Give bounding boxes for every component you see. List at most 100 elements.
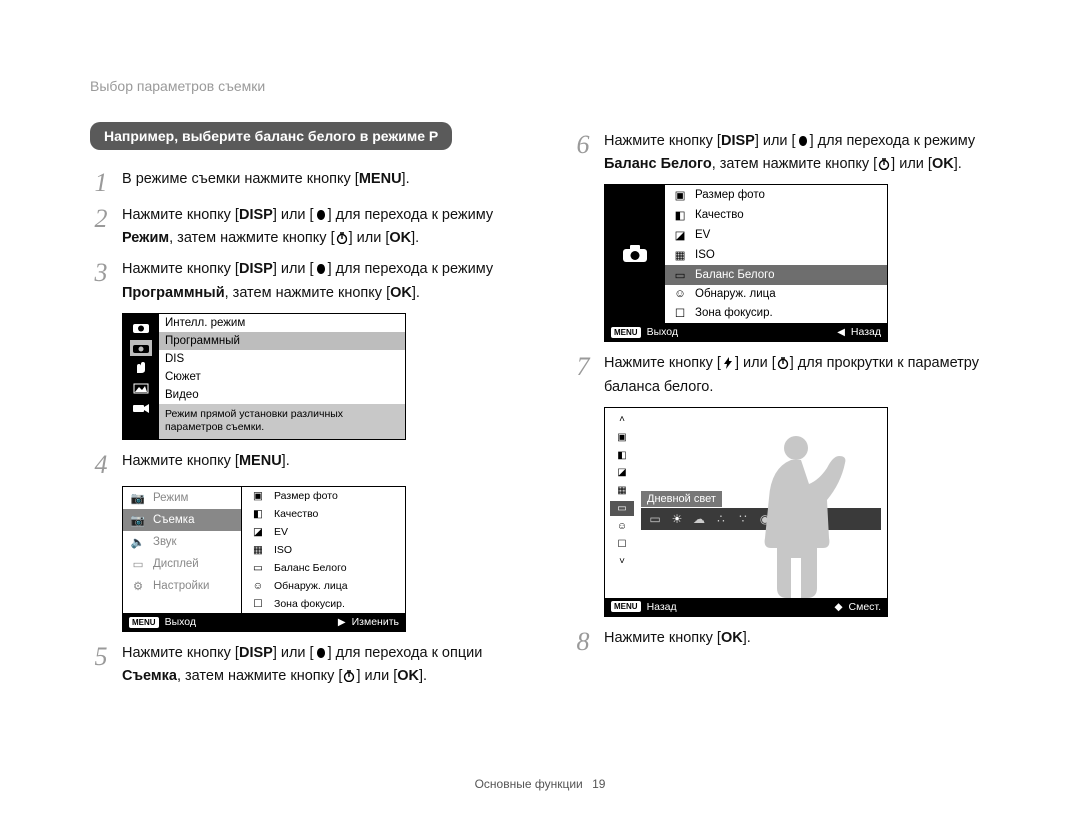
step-8: 8 Нажмите кнопку [OK]. <box>572 627 1000 655</box>
menu-pill: MENU <box>611 601 641 612</box>
menu-item-selected[interactable]: Программный <box>159 332 405 350</box>
option-item[interactable]: ▦ISO <box>242 541 405 559</box>
step-number: 3 <box>90 258 112 286</box>
option-item[interactable]: ◧Качество <box>242 505 405 523</box>
lcd-main-menu: 📷Режим 📷Съемка 🔈Звук ▭Дисплей ⚙Настройки… <box>122 486 406 632</box>
footer-change[interactable]: Изменить <box>352 616 399 628</box>
left-column: Например, выберите баланс белого в режим… <box>90 122 518 694</box>
iso-icon: ▦ <box>248 544 268 556</box>
step-number: 8 <box>572 627 594 655</box>
size-icon: ▣ <box>248 490 268 502</box>
smart-icon <box>130 320 152 336</box>
wb-cloudy-icon[interactable]: ☁ <box>693 512 705 526</box>
step-number: 1 <box>90 168 112 196</box>
quality-icon: ◧ <box>248 508 268 520</box>
ok-key: OK <box>932 156 954 172</box>
page-number: 19 <box>592 777 605 791</box>
ev-icon: ◪ <box>671 228 689 242</box>
scene-icon <box>130 380 152 396</box>
example-banner: Например, выберите баланс белого в режим… <box>90 122 452 150</box>
category-item-selected[interactable]: 📷Съемка <box>123 509 241 531</box>
step-number: 2 <box>90 204 112 232</box>
left-arrow-icon: ◀ <box>837 327 845 338</box>
ok-key: OK <box>390 285 412 301</box>
option-item[interactable]: ☐Зона фокусир. <box>665 303 887 323</box>
ok-key: OK <box>721 630 743 646</box>
step-4: 4 Нажмите кнопку [MENU]. <box>90 450 518 478</box>
step-number: 7 <box>572 352 594 380</box>
footer-exit[interactable]: Выход <box>647 326 678 338</box>
wb-icon: ▭ <box>610 501 634 517</box>
macro-icon <box>796 135 810 147</box>
macro-icon <box>314 209 328 221</box>
menu-item[interactable]: Сюжет <box>159 368 405 386</box>
category-item[interactable]: 🔈Звук <box>123 531 241 553</box>
lcd-side-icons <box>123 314 159 439</box>
focus-icon: ☐ <box>610 536 634 552</box>
footer-exit[interactable]: Выход <box>165 616 196 628</box>
option-item[interactable]: ◧Качество <box>665 205 887 225</box>
menu-pill: MENU <box>129 617 159 628</box>
wb-fluorescent-h-icon[interactable]: ∴ <box>715 512 727 526</box>
footer-back[interactable]: Назад <box>647 601 677 613</box>
breadcrumb: Выбор параметров съемки <box>90 78 1000 94</box>
step-3: 3 Нажмите кнопку [DISP] или [] для перех… <box>90 258 518 304</box>
step-7: 7 Нажмите кнопку [] или [] для прокрутки… <box>572 352 1000 398</box>
face-icon: ☺ <box>610 518 634 534</box>
lcd-mode-menu: Интелл. режим Программный DIS Сюжет Виде… <box>122 313 406 440</box>
nav-diamond-icon: ◆ <box>834 601 842 613</box>
option-item[interactable]: ☐Зона фокусир. <box>242 595 405 613</box>
timer-icon <box>335 232 349 244</box>
wb-auto-icon[interactable]: ▭ <box>649 512 661 526</box>
option-item[interactable]: ▦ISO <box>665 245 887 265</box>
disp-key: DISP <box>721 133 755 149</box>
option-item-selected[interactable]: ▭Баланс Белого <box>665 265 887 285</box>
menu-item[interactable]: Видео <box>159 386 405 404</box>
step-number: 5 <box>90 642 112 670</box>
lcd-wb-preview: ˄ ▣ ◧ ◪ ▦ ▭ ☺ ☐ ˅ Дневной свет ▭ ☀ ☁ <box>604 407 888 617</box>
camera-icon <box>620 243 650 265</box>
lcd-footer: MENU Выход ◀ Назад <box>605 323 887 341</box>
iso-icon: ▦ <box>671 248 689 262</box>
option-item[interactable]: ☺Обнаруж. лица <box>665 285 887 303</box>
option-item[interactable]: ☺Обнаруж. лица <box>242 577 405 595</box>
step-2: 2 Нажмите кнопку [DISP] или [] для перех… <box>90 204 518 250</box>
lcd-footer: MENU Выход ▶ Изменить <box>123 613 405 631</box>
right-arrow-icon: ▶ <box>338 617 346 628</box>
wb-icon: ▭ <box>248 562 268 574</box>
option-item[interactable]: ▣Размер фото <box>665 185 887 205</box>
focus-icon: ☐ <box>671 306 689 320</box>
category-item[interactable]: 📷Режим <box>123 487 241 509</box>
menu-item[interactable]: DIS <box>159 350 405 368</box>
disp-key: DISP <box>239 645 273 661</box>
menu-options: ▣Размер фото ◧Качество ◪EV ▦ISO ▭Баланс … <box>241 487 405 613</box>
option-item[interactable]: ◪EV <box>665 225 887 245</box>
menu-item[interactable]: Интелл. режим <box>159 314 405 332</box>
disp-key: DISP <box>239 207 273 223</box>
person-silhouette-icon <box>741 428 851 598</box>
camera-icon: 📷 <box>129 513 147 527</box>
option-item[interactable]: ▣Размер фото <box>242 487 405 505</box>
option-item[interactable]: ▭Баланс Белого <box>242 559 405 577</box>
step-number: 4 <box>90 450 112 478</box>
wb-daylight-icon[interactable]: ☀ <box>671 512 683 526</box>
hand-icon <box>130 360 152 376</box>
step-1: 1 В режиме съемки нажмите кнопку [MENU]. <box>90 168 518 196</box>
right-column: 6 Нажмите кнопку [DISP] или [] для перех… <box>572 122 1000 694</box>
size-icon: ▣ <box>671 188 689 202</box>
ok-key: OK <box>389 230 411 246</box>
footer-shift[interactable]: Смест. <box>849 601 881 613</box>
face-icon: ☺ <box>671 288 689 300</box>
lcd3-side <box>605 185 665 323</box>
iso-icon: ▦ <box>610 483 634 499</box>
wb-label: Дневной свет <box>641 491 722 507</box>
quality-icon: ◧ <box>671 208 689 222</box>
category-item[interactable]: ▭Дисплей <box>123 553 241 575</box>
flash-icon <box>721 357 735 369</box>
category-item[interactable]: ⚙Настройки <box>123 575 241 597</box>
lcd-shooting-menu: ▣Размер фото ◧Качество ◪EV ▦ISO ▭Баланс … <box>604 184 888 342</box>
focus-icon: ☐ <box>248 598 268 610</box>
option-item[interactable]: ◪EV <box>242 523 405 541</box>
footer-back[interactable]: Назад <box>851 326 881 338</box>
step-number: 6 <box>572 130 594 158</box>
